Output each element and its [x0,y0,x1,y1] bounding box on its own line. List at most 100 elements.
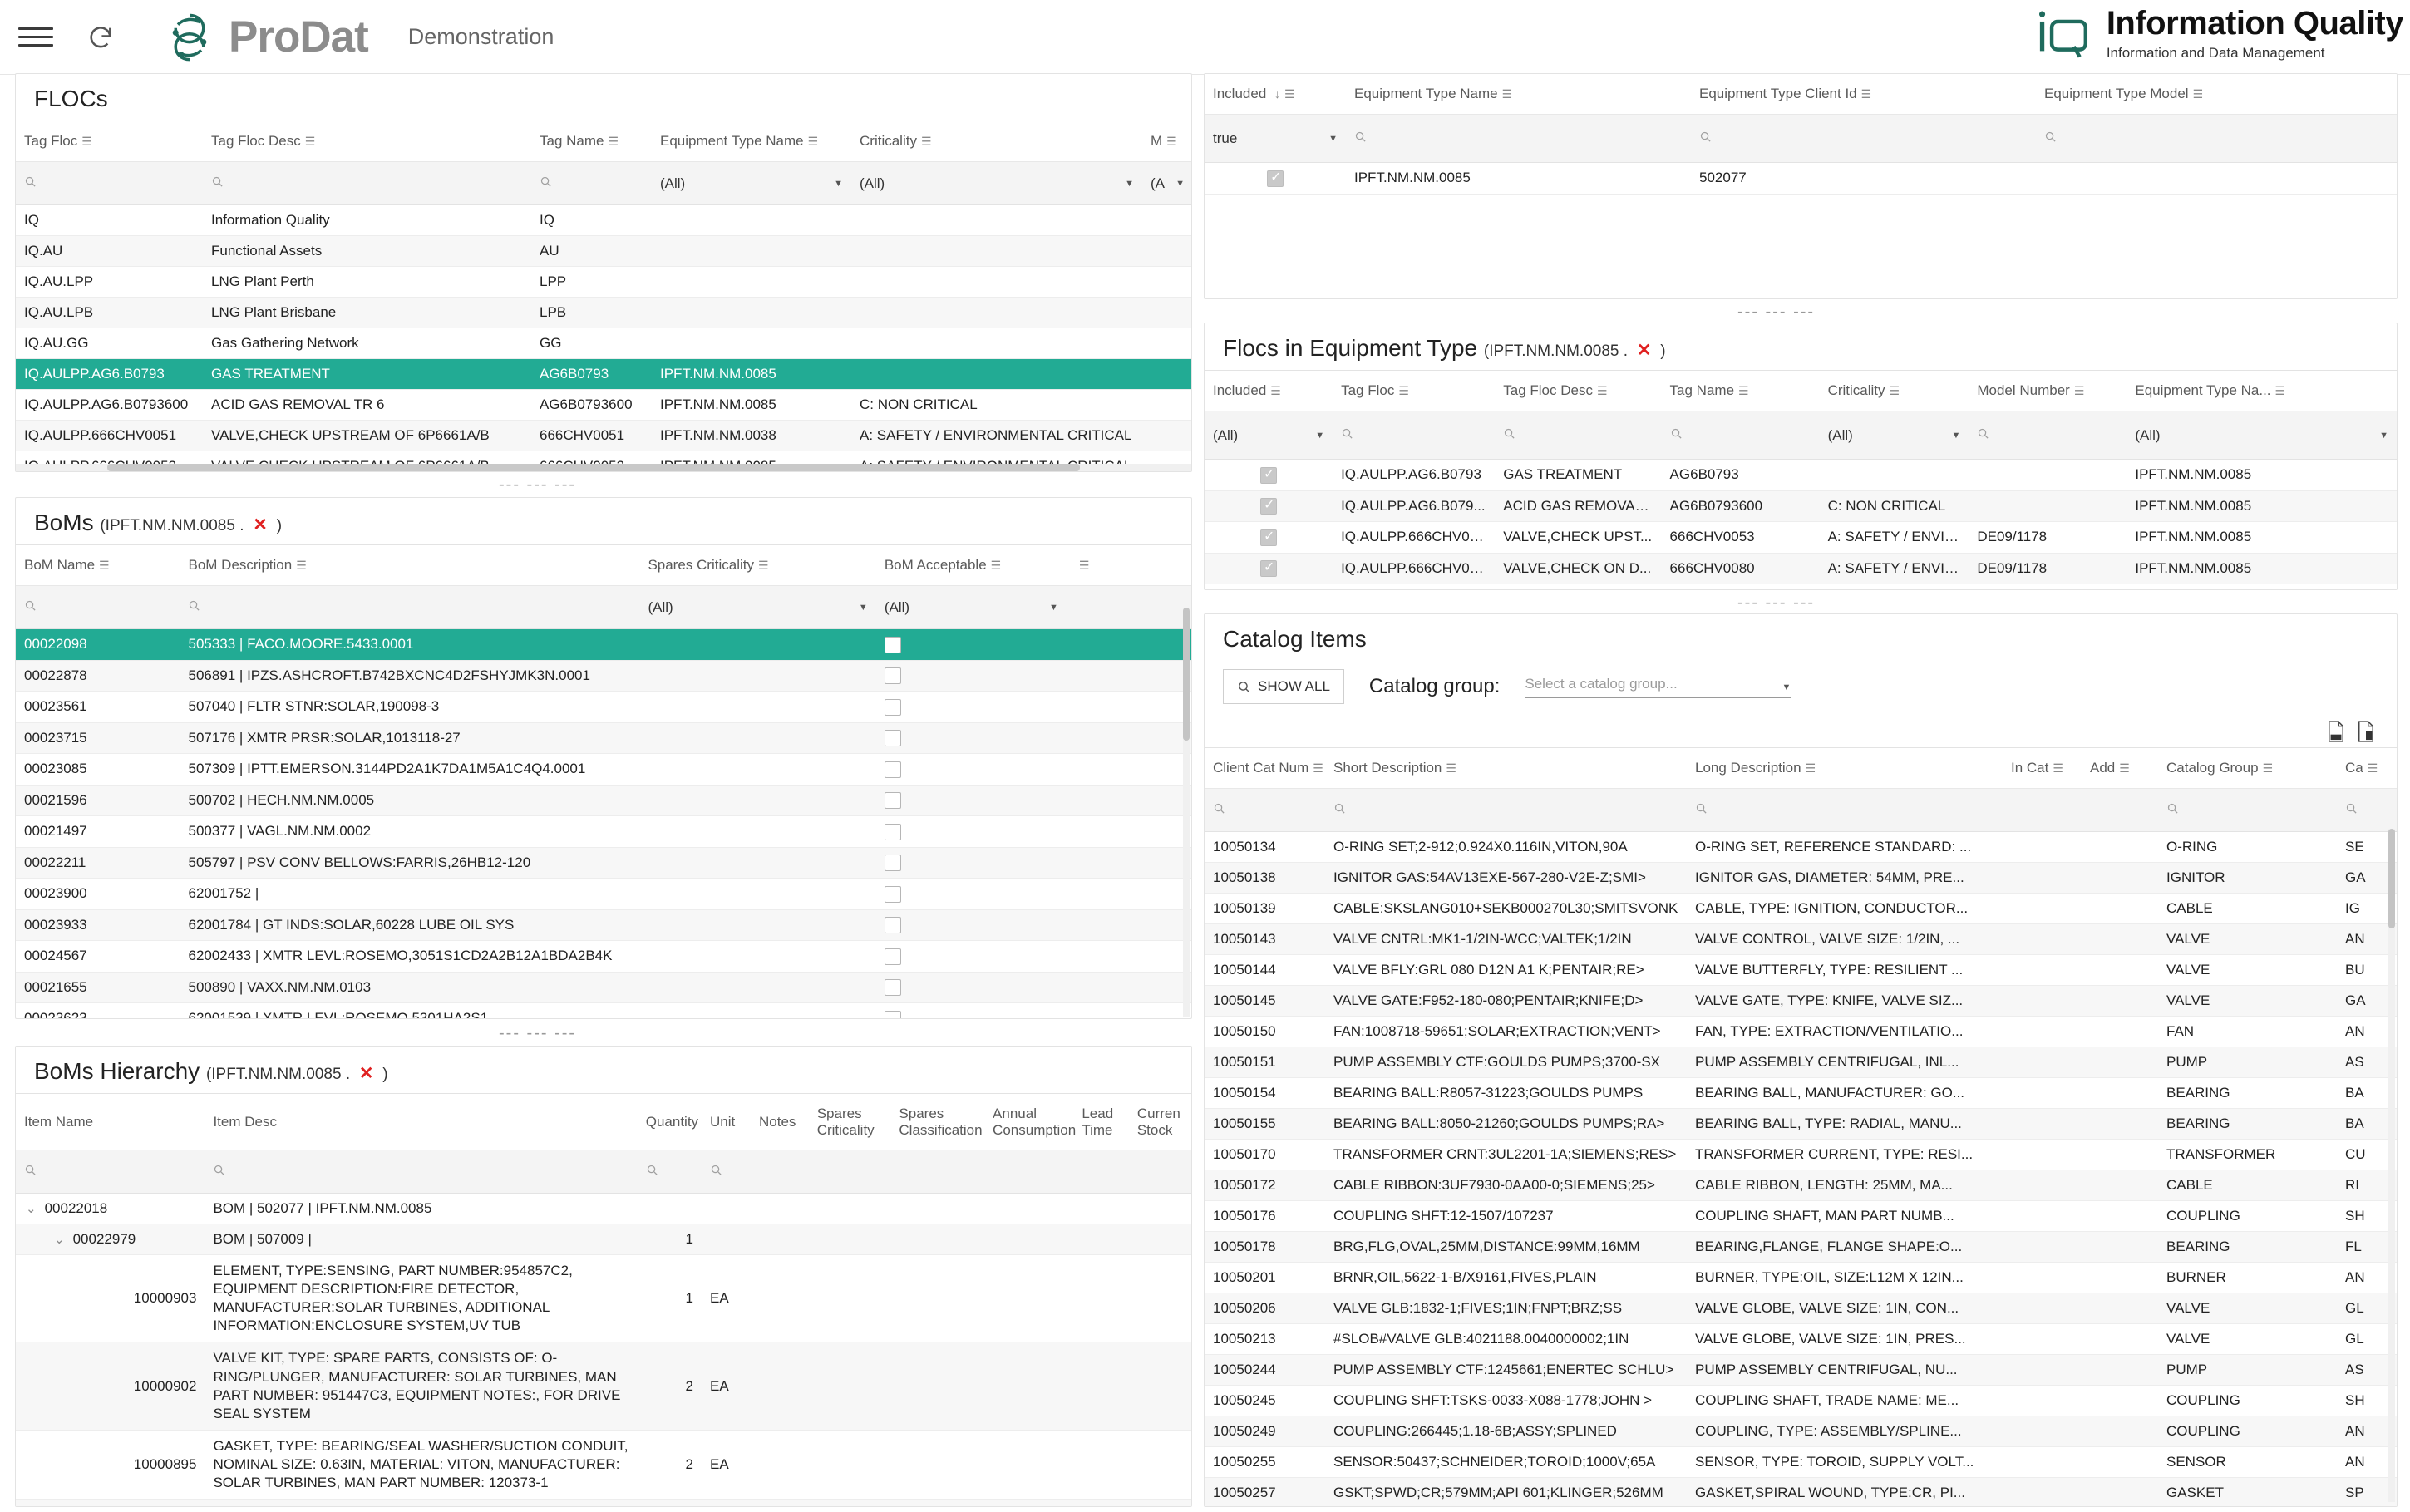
refresh-icon[interactable] [86,23,115,52]
search-icon[interactable] [1341,427,1353,440]
sort-filter-icon[interactable]: ☰ [1502,87,1513,101]
filter-dropdown[interactable]: (All) ▼ [1205,411,1333,460]
table-row[interactable]: 10050143 VALVE CNTRL:MK1-1/2IN-WCC;VALTEK… [1205,923,2397,955]
catalog-vertical-scrollbar[interactable] [2388,829,2395,1502]
table-row[interactable]: 00021655 500890 | VAXX.NM.NM.0103 [16,972,1191,1004]
chevron-down-icon[interactable]: ▼ [2379,431,2388,441]
filter-dropdown[interactable]: (All) ▼ [875,585,1067,629]
hamburger-icon[interactable] [18,20,53,55]
table-row[interactable]: 10050151 PUMP ASSEMBLY CTF:GOULDS PUMPS;3… [1205,1047,2397,1078]
column-header-spares-classification[interactable]: Spares Classification [890,1093,985,1151]
chevron-down-icon[interactable]: ⌄ [54,1233,65,1247]
table-row[interactable]: 10050144 VALVE BFLY:GRL 080 D12N A1 K;PEN… [1205,954,2397,986]
search-icon[interactable] [1333,802,1346,815]
sort-filter-icon[interactable]: ☰ [99,559,110,572]
filter-search-input[interactable] [2044,131,2057,146]
cell-bom-acceptable[interactable] [875,847,1067,879]
table-row[interactable]: 00023623 62001539 | XMTR LEVL:ROSEMO,5301… [16,1002,1191,1018]
column-header-equipment-type-na[interactable]: Equipment Type Na... ☰ [2127,370,2397,411]
filter-search-input[interactable] [2166,802,2179,818]
filter-search-cell[interactable] [1128,1150,1191,1194]
cell-bom-acceptable[interactable] [875,660,1067,692]
column-header-notes[interactable]: Notes [750,1093,809,1151]
filter-search-cell[interactable] [16,1150,205,1194]
filter-search-cell[interactable] [1205,788,1325,832]
search-icon[interactable] [213,1164,225,1176]
filter-search-input[interactable] [1977,427,1989,443]
show-all-button[interactable]: SHOW ALL [1223,669,1344,704]
search-icon[interactable] [2166,802,2179,815]
search-icon[interactable] [1354,131,1367,143]
table-row[interactable]: 00023715 507176 | XMTR PRSR:SOLAR,1013118… [16,722,1191,755]
filter-search-cell[interactable] [2337,788,2397,832]
table-row[interactable]: IQ.AULPP.666CHV00...VALVE,CHECK ON D...6… [1205,553,2397,585]
search-icon[interactable] [24,175,37,188]
table-row[interactable]: 00022878 506891 | IPZS.ASHCROFT.B742BXCNC… [16,660,1191,692]
cell-included[interactable] [1205,162,1346,195]
filter-search-cell[interactable] [16,585,180,629]
table-row[interactable]: 10050213 #SLOB#VALVE GLB:4021188.00400000… [1205,1323,2397,1355]
table-row[interactable]: 00021596 500702 | HECH.NM.NM.0005 [16,785,1191,817]
table-row[interactable]: 10050150 FAN:1008718-59651;SOLAR;EXTRACTI… [1205,1016,2397,1047]
sort-filter-icon[interactable]: ☰ [1270,384,1281,397]
table-row[interactable]: 10050138 IGNITOR GAS:54AV13EXE-567-280-V2… [1205,862,2397,894]
column-header-[interactable]: ☰ [1066,544,1191,586]
export-excel-icon[interactable] [2357,721,2375,742]
filter-search-input[interactable] [1670,427,1683,443]
tree-row[interactable]: 10000895 GASKET, TYPE: BEARING/SEAL WASHE… [16,1430,1191,1500]
table-row[interactable]: IQ.AULPP.666CHV00...VALVE,CHECK UPST...6… [1205,521,2397,554]
sort-filter-icon[interactable]: ☰ [2074,384,2085,397]
bom-acceptable-checkbox[interactable] [884,885,901,903]
tree-row[interactable]: GASKET, INSIDE DIAMETER: 5.69IN, THICKNE… [16,1499,1191,1506]
filter-search-input[interactable] [2345,802,2358,818]
table-row[interactable]: IQ.AU.GG Gas Gathering Network GG [16,328,1191,359]
filter-search-cell[interactable] [2082,788,2158,832]
tree-row[interactable]: 10000903 ELEMENT, TYPE:SENSING, PART NUMB… [16,1254,1191,1343]
filter-dropdown[interactable]: (A ▼ [1142,161,1191,205]
column-header-tag-floc-desc[interactable]: Tag Floc Desc ☰ [203,121,531,162]
search-icon[interactable] [1977,427,1989,440]
filter-search-cell[interactable] [1066,585,1191,629]
search-icon[interactable] [1670,427,1683,440]
flocs-horizontal-scrollbar[interactable] [16,464,1191,471]
sort-ascending-icon[interactable]: ↓ [1274,87,1280,101]
table-row[interactable]: 10050176 COUPLING SHFT:12-1507/107237 COUP… [1205,1200,2397,1232]
table-row[interactable]: 00023900 62001752 | [16,878,1191,910]
sort-filter-icon[interactable]: ☰ [2263,761,2274,775]
filter-search-cell[interactable] [203,161,531,205]
column-header-equipment-type-client-id[interactable]: Equipment Type Client Id ☰ [1691,74,2036,115]
catalog-group-select[interactable]: Select a catalog group... ▼ [1525,676,1791,698]
column-header-client-cat-num[interactable]: Client Cat Num ☰ [1205,747,1325,789]
column-header-bom-acceptable[interactable]: BoM Acceptable ☰ [875,544,1067,586]
sort-filter-icon[interactable]: ☰ [2193,87,2204,101]
filter-search-cell[interactable] [890,1150,985,1194]
table-row[interactable]: 10050206 VALVE GLB:1832-1;FIVES;1IN;FNPT;… [1205,1293,2397,1324]
filter-search-cell[interactable] [1495,411,1662,460]
column-header-spares-criticality[interactable]: Spares Criticality ☰ [639,544,876,586]
table-row[interactable]: 00023561 507040 | FLTR STNR:SOLAR,190098-… [16,691,1191,723]
table-row[interactable]: 10050244 PUMP ASSEMBLY CTF:1245661;ENERTE… [1205,1354,2397,1386]
table-row[interactable]: 10050249 COUPLING:266445;1.18-6B;ASSY;SPL… [1205,1416,2397,1447]
included-checkbox[interactable] [1260,465,1278,484]
search-icon[interactable] [2345,802,2358,815]
sort-filter-icon[interactable]: ☰ [1861,87,1872,101]
filter-search-input[interactable] [211,175,224,192]
filter-search-cell[interactable] [1691,114,2036,163]
boms-clear-filter-icon[interactable]: ✕ [250,515,270,534]
column-header-short-description[interactable]: Short Description ☰ [1325,747,1687,789]
filter-search-input[interactable] [1213,802,1225,818]
table-row[interactable]: 00021497 500377 | VAGL.NM.NM.0002 [16,815,1191,848]
column-header-item-name[interactable]: Item Name [16,1093,205,1151]
table-row[interactable]: 10050154 BEARING BALL:R8057-31223;GOULDS … [1205,1077,2397,1109]
search-icon[interactable] [188,599,200,612]
bom-acceptable-checkbox[interactable] [884,979,901,997]
sort-filter-icon[interactable]: ☰ [81,135,92,148]
filter-search-input[interactable] [1695,802,1708,818]
table-row[interactable]: IQ.AU.LPP LNG Plant Perth LPP [16,266,1191,298]
filter-search-cell[interactable] [984,1150,1074,1194]
column-header-item-desc[interactable]: Item Desc [205,1093,638,1151]
boms-vertical-scrollbar[interactable] [1183,608,1190,1017]
cell-included[interactable] [1205,459,1333,491]
search-icon[interactable] [1699,131,1712,143]
table-row[interactable]: IPFT.NM.NM.0085502077 [1205,162,2397,195]
